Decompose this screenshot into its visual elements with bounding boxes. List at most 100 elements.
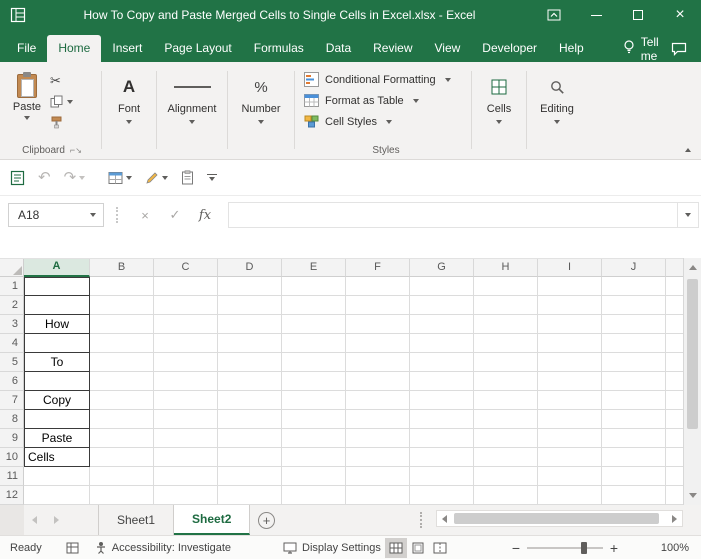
cell-G5[interactable] [410, 353, 474, 372]
expand-formula-bar-button[interactable] [677, 202, 699, 228]
cell-A8[interactable] [24, 410, 90, 429]
cell-C1[interactable] [154, 277, 218, 296]
cell-A1[interactable] [24, 277, 90, 296]
cell-E10[interactable] [282, 448, 346, 467]
cell-H6[interactable] [474, 372, 538, 391]
column-header-c[interactable]: C [154, 259, 218, 277]
redo-button[interactable]: ↷ [64, 170, 86, 185]
tab-review[interactable]: Review [362, 35, 423, 62]
accessibility-status[interactable]: Accessibility: Investigate [95, 541, 231, 554]
ribbon-display-options-icon[interactable] [533, 0, 575, 30]
scroll-up-button[interactable] [684, 258, 701, 277]
cell-G3[interactable] [410, 315, 474, 334]
cell-B3[interactable] [90, 315, 154, 334]
cell-B7[interactable] [90, 391, 154, 410]
cell-F6[interactable] [346, 372, 410, 391]
cell-H2[interactable] [474, 296, 538, 315]
cut-button[interactable]: ✂ [50, 73, 73, 88]
number-group-button[interactable]: % Number [229, 64, 293, 159]
cell-G10[interactable] [410, 448, 474, 467]
column-header-a[interactable]: A [24, 259, 90, 277]
cell-I3[interactable] [538, 315, 602, 334]
cell-E3[interactable] [282, 315, 346, 334]
cell-D11[interactable] [218, 467, 282, 486]
cell-E11[interactable] [282, 467, 346, 486]
cell-G2[interactable] [410, 296, 474, 315]
cell-A4[interactable] [24, 334, 90, 353]
tab-formulas[interactable]: Formulas [243, 35, 315, 62]
cell-D9[interactable] [218, 429, 282, 448]
cell-G9[interactable] [410, 429, 474, 448]
cell-C10[interactable] [154, 448, 218, 467]
cell-J11[interactable] [602, 467, 666, 486]
cell-J12[interactable] [602, 486, 666, 505]
cell-E8[interactable] [282, 410, 346, 429]
format-as-table-button[interactable]: Format as Table [304, 90, 468, 111]
comments-icon[interactable] [671, 35, 687, 62]
cell-E9[interactable] [282, 429, 346, 448]
cell-I10[interactable] [538, 448, 602, 467]
tab-insert[interactable]: Insert [101, 35, 153, 62]
cell-I2[interactable] [538, 296, 602, 315]
record-macro-button[interactable] [66, 542, 79, 554]
cell-F2[interactable] [346, 296, 410, 315]
cell-H7[interactable] [474, 391, 538, 410]
row-header-12[interactable]: 12 [0, 486, 24, 505]
cell-J6[interactable] [602, 372, 666, 391]
qat-table-button[interactable] [108, 171, 132, 185]
zoom-slider[interactable] [527, 547, 603, 549]
row-header-11[interactable]: 11 [0, 467, 24, 486]
cell-H12[interactable] [474, 486, 538, 505]
next-sheet-button[interactable] [54, 516, 59, 524]
row-header-6[interactable]: 6 [0, 372, 24, 391]
cell-C5[interactable] [154, 353, 218, 372]
row-header-10[interactable]: 10 [0, 448, 24, 467]
cell-J8[interactable] [602, 410, 666, 429]
vertical-scrollbar-thumb[interactable] [687, 279, 698, 429]
cell-C4[interactable] [154, 334, 218, 353]
column-header-e[interactable]: E [282, 259, 346, 277]
cell-G8[interactable] [410, 410, 474, 429]
page-break-view-button[interactable] [429, 538, 451, 558]
horizontal-scrollbar-thumb[interactable] [454, 513, 659, 524]
enter-button[interactable]: ✓ [160, 207, 190, 223]
column-header-b[interactable]: B [90, 259, 154, 277]
cell-E5[interactable] [282, 353, 346, 372]
cell-E2[interactable] [282, 296, 346, 315]
cell-D12[interactable] [218, 486, 282, 505]
minimize-button[interactable] [575, 0, 617, 30]
column-header-i[interactable]: I [538, 259, 602, 277]
cell-E6[interactable] [282, 372, 346, 391]
row-header-8[interactable]: 8 [0, 410, 24, 429]
cell-H9[interactable] [474, 429, 538, 448]
tab-developer[interactable]: Developer [471, 35, 548, 62]
format-painter-button[interactable] [50, 115, 73, 130]
qat-pen-button[interactable] [145, 171, 168, 185]
clipboard-dialog-launcher-icon[interactable]: ⌐↘ [70, 146, 82, 155]
sheet-tab-sheet1[interactable]: Sheet1 [98, 505, 174, 535]
close-button[interactable]: × [659, 0, 701, 30]
cell-C7[interactable] [154, 391, 218, 410]
font-group-button[interactable]: A Font [103, 64, 155, 159]
cell-E7[interactable] [282, 391, 346, 410]
cell-E1[interactable] [282, 277, 346, 296]
cell-E12[interactable] [282, 486, 346, 505]
cell-H11[interactable] [474, 467, 538, 486]
alignment-group-button[interactable]: Alignment [158, 64, 226, 159]
cell-F7[interactable] [346, 391, 410, 410]
horizontal-scroll-track[interactable] [452, 511, 667, 526]
cell-B12[interactable] [90, 486, 154, 505]
column-header-h[interactable]: H [474, 259, 538, 277]
scroll-right-button[interactable] [667, 511, 682, 526]
new-sheet-button[interactable]: + [258, 505, 275, 535]
column-header-g[interactable]: G [410, 259, 474, 277]
zoom-level[interactable]: 100% [655, 542, 689, 554]
cell-D6[interactable] [218, 372, 282, 391]
cell-J1[interactable] [602, 277, 666, 296]
cell-D10[interactable] [218, 448, 282, 467]
formula-bar-splitter[interactable] [116, 207, 118, 223]
cell-A2[interactable] [24, 296, 90, 315]
cell-A3[interactable]: How [24, 315, 90, 334]
cell-J10[interactable] [602, 448, 666, 467]
cell-C6[interactable] [154, 372, 218, 391]
